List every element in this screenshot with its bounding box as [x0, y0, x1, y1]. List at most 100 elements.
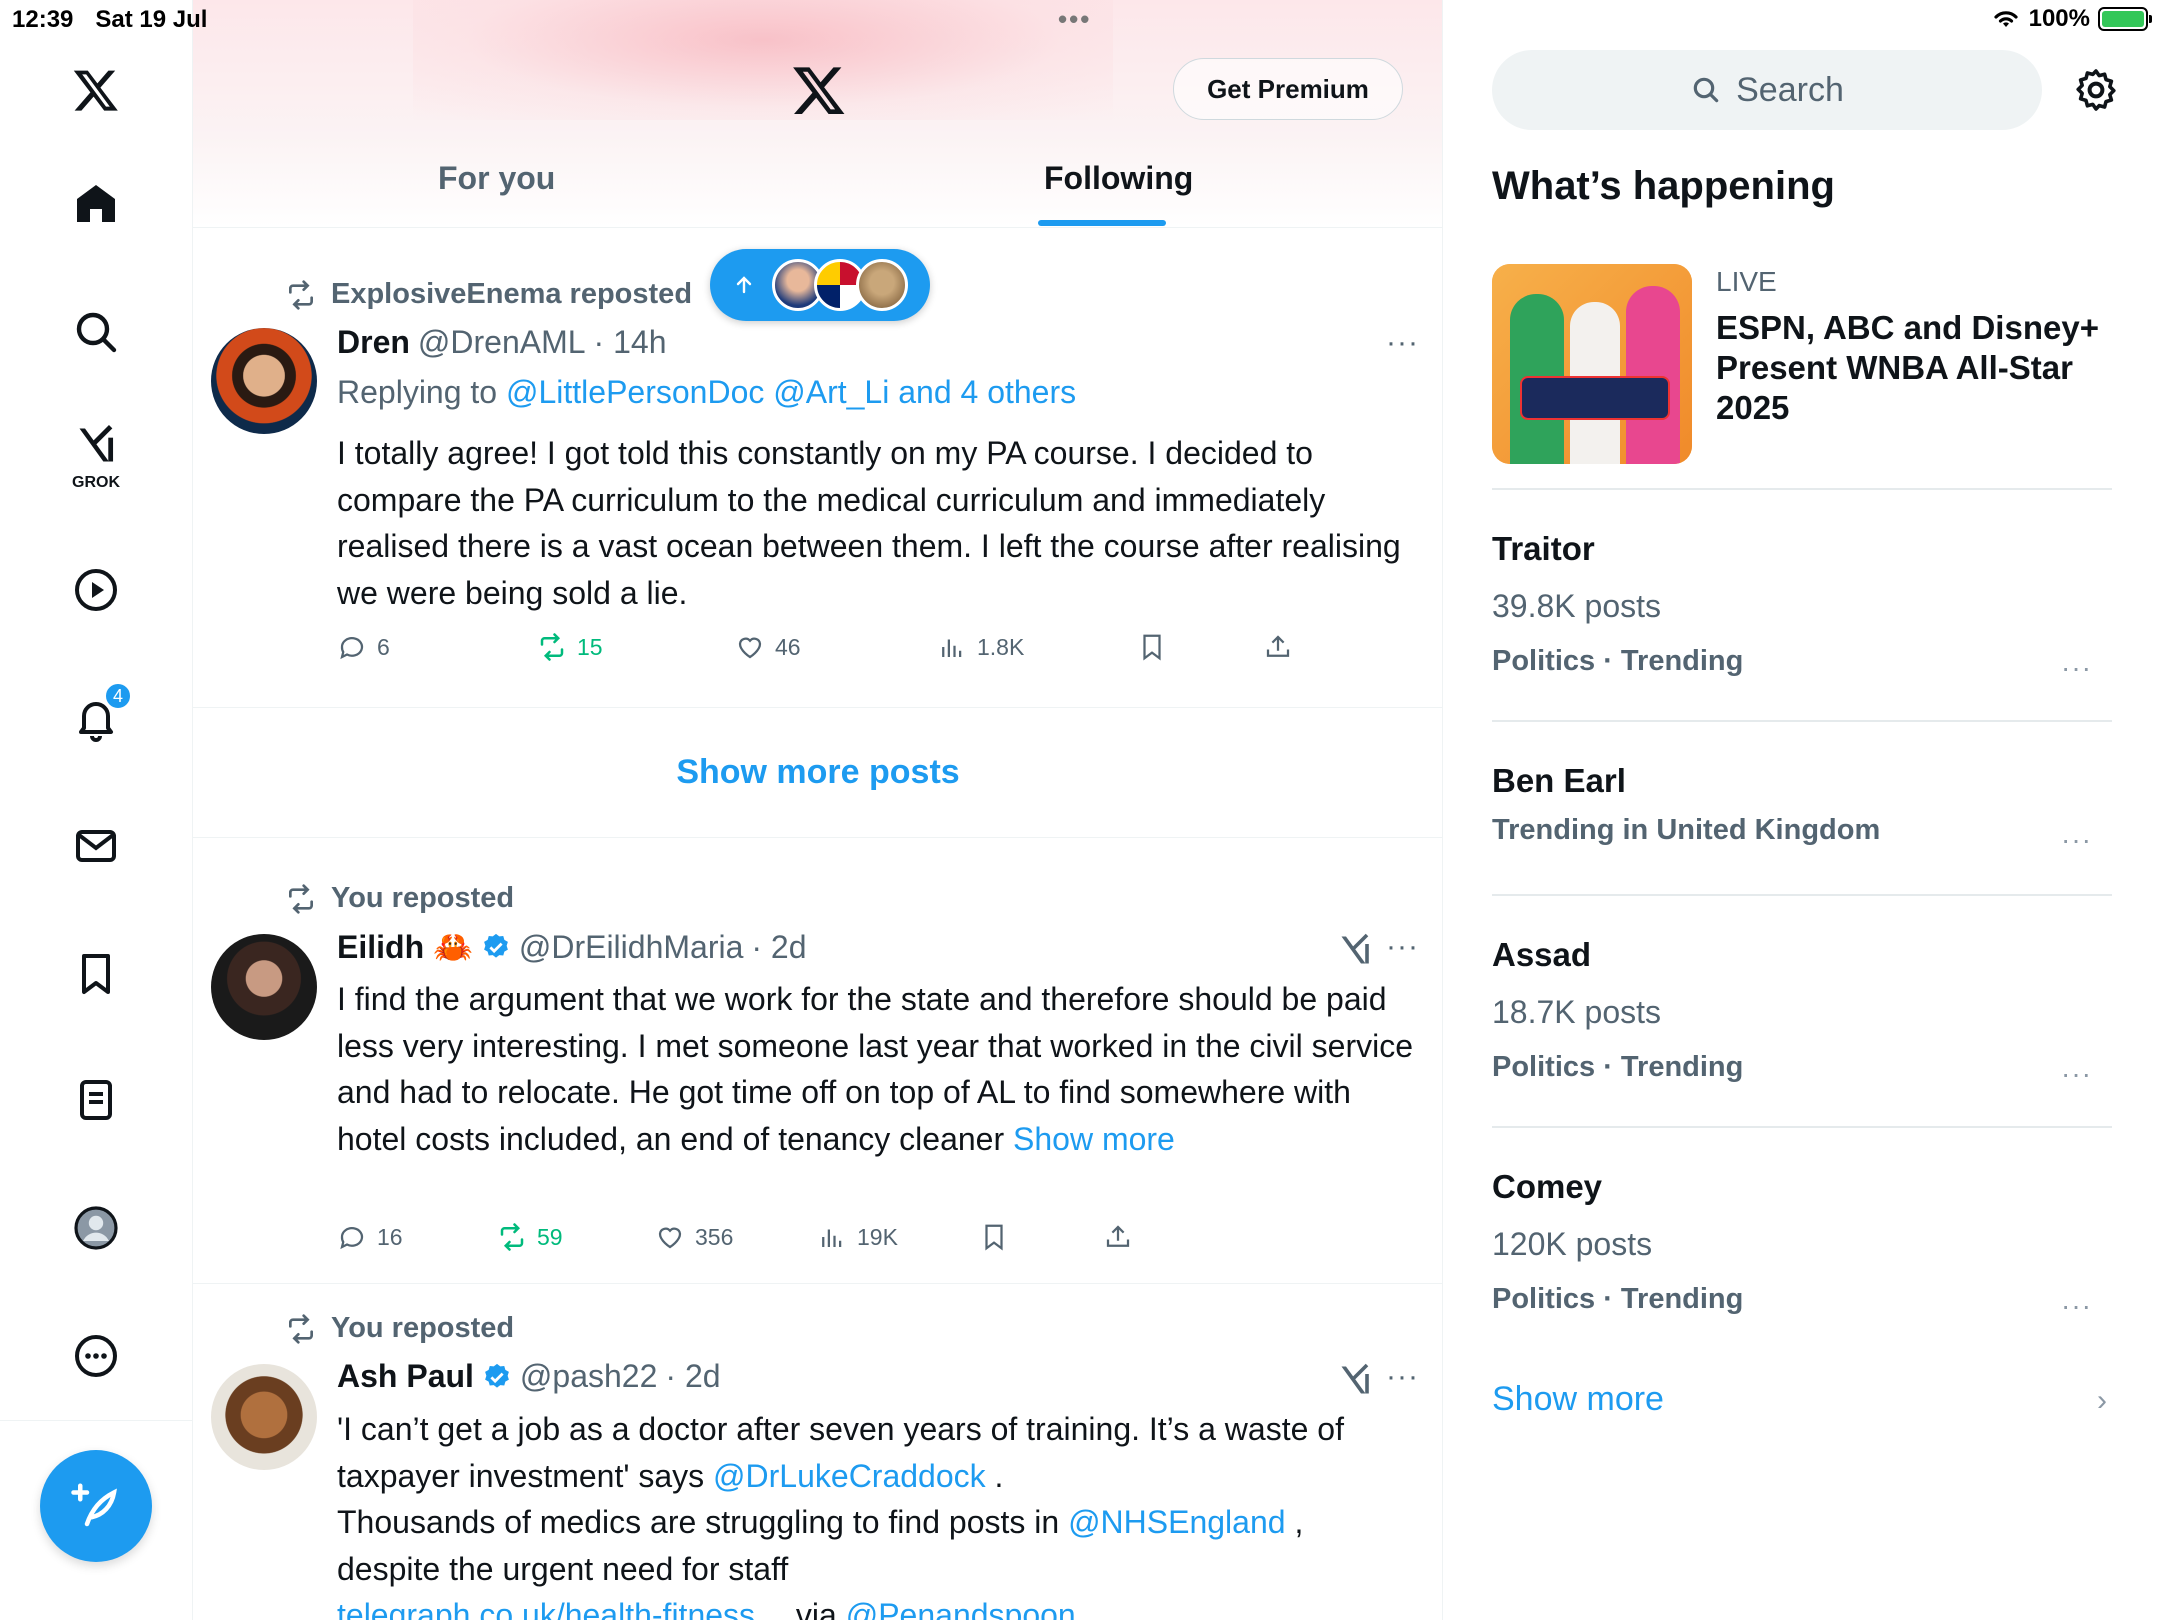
repost-icon — [500, 1223, 524, 1251]
trend-title: Ben Earl — [1492, 762, 1626, 799]
author-handle[interactable]: @DrEilidhMaria — [519, 929, 744, 966]
trend-item[interactable]: Ben Earl Trending in United Kingdom ··· — [1492, 762, 2112, 855]
compose-post-button[interactable] — [40, 1450, 152, 1562]
replying-to: Replying to @LittlePersonDoc @Art_Li and… — [337, 374, 1076, 411]
battery-icon — [2098, 7, 2152, 31]
settings-gear-icon[interactable] — [2072, 66, 2120, 114]
nav-divider — [0, 1420, 193, 1421]
profile-avatar-icon[interactable] — [64, 1196, 128, 1260]
trend-divider — [1492, 1126, 2112, 1128]
live-tag: LIVE — [1716, 266, 1777, 297]
post-more-icon[interactable]: ··· — [1386, 1360, 1419, 1394]
article-link[interactable]: telegraph.co.uk/health-fitness… — [337, 1597, 787, 1620]
active-tab-indicator — [1038, 220, 1166, 226]
share-icon — [1106, 1225, 1130, 1247]
live-event-card[interactable]: LIVE ESPN, ABC and Disney+ Present WNBA … — [1492, 264, 2112, 464]
bookmarks-icon[interactable] — [64, 942, 128, 1006]
repost-label-text: ExplosiveEnema reposted — [331, 278, 693, 310]
post-actions: 16 59 356 19K — [337, 1222, 1387, 1262]
tab-following[interactable]: Following — [1044, 160, 1193, 197]
author-name[interactable]: Dren — [337, 324, 410, 361]
trend-item[interactable]: Assad 18.7K posts Politics · Trending ··… — [1492, 936, 2112, 1089]
show-more-link[interactable]: Show more — [1013, 1121, 1175, 1157]
x-header-logo-icon[interactable] — [791, 62, 847, 118]
home-icon[interactable] — [64, 172, 128, 236]
trend-more-icon[interactable]: ··· — [2061, 824, 2092, 856]
x-logo-icon[interactable] — [64, 58, 128, 122]
multitasking-dots-icon[interactable]: ••• — [1058, 4, 1091, 35]
post-more-icon[interactable]: ··· — [1386, 930, 1419, 964]
post-card[interactable]: You reposted Eilidh 🦀 @DrEilidhMaria · 2… — [193, 838, 1442, 1284]
new-post-avatar — [856, 259, 908, 311]
reply-targets-link[interactable]: @LittlePersonDoc @Art_Li and 4 others — [506, 374, 1076, 410]
avatar[interactable] — [211, 1364, 317, 1470]
repost-button[interactable]: 59 — [497, 1222, 563, 1252]
views-button[interactable]: 1.8K — [937, 632, 1024, 662]
like-button[interactable]: 356 — [655, 1222, 733, 1252]
views-chart-icon — [942, 639, 962, 657]
bookmark-button[interactable] — [979, 1222, 1009, 1252]
repost-label: You reposted — [285, 882, 514, 915]
arrow-up-icon — [736, 276, 752, 294]
show-more-trends-link[interactable]: Show more — [1492, 1380, 1664, 1419]
whats-happening-title: What’s happening — [1492, 164, 1835, 208]
search-placeholder: Search — [1736, 70, 1844, 109]
repost-label: ExplosiveEnema reposted — [285, 278, 692, 311]
share-button[interactable] — [1103, 1222, 1133, 1252]
tab-for-you[interactable]: For you — [438, 160, 555, 197]
author-name[interactable]: Eilidh 🦀 — [337, 928, 473, 966]
post-card[interactable]: You reposted Ash Paul @pash22 · 2d ··· '… — [193, 1284, 1442, 1620]
mention-link[interactable]: @DrLukeCraddock — [713, 1458, 986, 1494]
post-more-icon[interactable]: ··· — [1386, 326, 1419, 360]
status-indicators: 100% — [1991, 5, 2152, 33]
trend-more-icon[interactable]: ··· — [2061, 652, 2092, 684]
new-posts-pill[interactable] — [710, 249, 930, 321]
bookmark-icon — [985, 1224, 1003, 1251]
trend-posts: 18.7K posts — [1492, 994, 1661, 1030]
grok-explain-icon[interactable] — [1337, 932, 1373, 968]
post-text-part: Thousands of medics are struggling to fi… — [337, 1504, 1069, 1540]
explore-search-icon[interactable] — [64, 300, 128, 364]
mention-link[interactable]: @NHSEngland — [1068, 1504, 1285, 1540]
left-navigation: GROK 4 — [0, 0, 193, 1620]
bookmark-button[interactable] — [1137, 632, 1167, 662]
post-text: 'I can’t get a job as a doctor after sev… — [337, 1406, 1417, 1620]
grok-explain-icon[interactable] — [1337, 1362, 1373, 1398]
trend-title: Assad — [1492, 936, 1592, 973]
post-header: Dren @DrenAML · 14h — [337, 324, 666, 361]
search-input[interactable]: Search — [1492, 50, 2042, 130]
lists-icon[interactable] — [64, 1068, 128, 1132]
notifications-bell-icon[interactable]: 4 — [64, 682, 132, 750]
like-button[interactable]: 46 — [735, 632, 801, 662]
author-handle[interactable]: @DrenAML — [418, 324, 586, 361]
more-options-icon[interactable] — [64, 1324, 128, 1388]
mention-link[interactable]: @Penandspoon — [846, 1597, 1076, 1620]
messages-envelope-icon[interactable] — [64, 814, 128, 878]
reply-button[interactable]: 16 — [337, 1222, 403, 1252]
repost-count: 15 — [577, 633, 603, 660]
repost-icon — [289, 1313, 313, 1344]
views-count: 19K — [857, 1223, 898, 1250]
trend-divider — [1492, 720, 2112, 722]
author-handle[interactable]: @pash22 — [520, 1358, 657, 1395]
trend-item[interactable]: Traitor 39.8K posts Politics · Trending … — [1492, 530, 2112, 683]
video-icon[interactable] — [64, 558, 128, 622]
trend-more-icon[interactable]: ··· — [2061, 1290, 2092, 1322]
trend-more-icon[interactable]: ··· — [2061, 1058, 2092, 1090]
trend-meta: Trending in United Kingdom — [1492, 814, 1881, 846]
get-premium-button[interactable]: Get Premium — [1173, 58, 1403, 120]
avatar[interactable] — [211, 934, 317, 1040]
reply-button[interactable]: 6 — [337, 632, 390, 662]
heart-icon — [658, 1227, 682, 1249]
reply-icon — [340, 637, 364, 660]
chevron-right-icon: › — [2097, 1384, 2107, 1417]
grok-icon[interactable]: GROK — [64, 420, 128, 491]
show-more-posts-button[interactable]: Show more posts — [193, 708, 1442, 838]
status-time-date: 12:39 Sat 19 Jul — [12, 6, 229, 34]
share-button[interactable] — [1263, 632, 1293, 662]
trend-item[interactable]: Comey 120K posts Politics · Trending ··· — [1492, 1168, 2112, 1321]
avatar[interactable] — [211, 328, 317, 434]
repost-button[interactable]: 15 — [537, 632, 603, 662]
views-button[interactable]: 19K — [817, 1222, 898, 1252]
author-name[interactable]: Ash Paul — [337, 1358, 474, 1395]
